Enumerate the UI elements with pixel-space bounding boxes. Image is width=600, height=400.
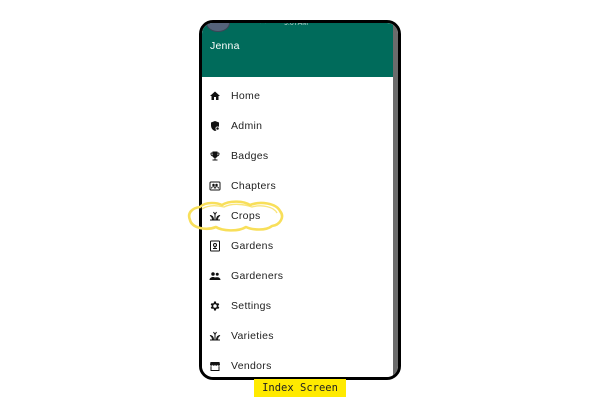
menu-item-gardeners[interactable]: Gardeners — [202, 261, 393, 291]
navigation-drawer: ◠ 9:07AM Jenna Home Admin Badges Chapter… — [202, 23, 393, 377]
menu-item-label: Gardens — [231, 240, 274, 252]
menu-item-crops[interactable]: Crops — [202, 201, 393, 231]
screen-caption: Index Screen — [254, 379, 346, 397]
gear-icon — [209, 300, 221, 312]
sprout-icon — [209, 330, 221, 342]
user-name: Jenna — [210, 40, 240, 52]
menu-item-label: Home — [231, 90, 261, 102]
wifi-icon: ◠ — [260, 20, 267, 27]
menu-item-varieties[interactable]: Varieties — [202, 321, 393, 351]
drawer-header: ◠ 9:07AM Jenna — [202, 23, 393, 77]
storefront-icon — [209, 360, 221, 372]
menu-item-chapters[interactable]: Chapters — [202, 171, 393, 201]
drawer-menu: Home Admin Badges Chapters Crops Gardens… — [202, 81, 393, 377]
avatar[interactable] — [207, 23, 229, 31]
menu-item-label: Gardeners — [231, 270, 284, 282]
menu-item-settings[interactable]: Settings — [202, 291, 393, 321]
trophy-icon — [209, 150, 221, 162]
menu-item-label: Chapters — [231, 180, 277, 192]
menu-item-label: Vendors — [231, 360, 272, 372]
menu-item-admin[interactable]: Admin — [202, 111, 393, 141]
phone-frame: ◠ 9:07AM Jenna Home Admin Badges Chapter… — [199, 20, 401, 380]
menu-item-label: Varieties — [231, 330, 274, 342]
menu-item-gardens[interactable]: Gardens — [202, 231, 393, 261]
menu-item-label: Badges — [231, 150, 269, 162]
people-icon — [209, 270, 221, 282]
menu-item-label: Admin — [231, 120, 263, 132]
menu-item-vendors[interactable]: Vendors — [202, 351, 393, 377]
menu-item-home[interactable]: Home — [202, 81, 393, 111]
chapters-group-icon — [209, 180, 221, 192]
garden-frame-icon — [209, 240, 221, 252]
home-icon — [209, 90, 221, 102]
menu-item-badges[interactable]: Badges — [202, 141, 393, 171]
sprout-icon — [209, 210, 221, 222]
menu-item-label: Settings — [231, 300, 272, 312]
menu-item-label: Crops — [231, 210, 261, 222]
scrollbar[interactable] — [393, 23, 398, 377]
status-time: 9:07AM — [284, 20, 309, 27]
admin-shield-icon — [209, 120, 221, 132]
